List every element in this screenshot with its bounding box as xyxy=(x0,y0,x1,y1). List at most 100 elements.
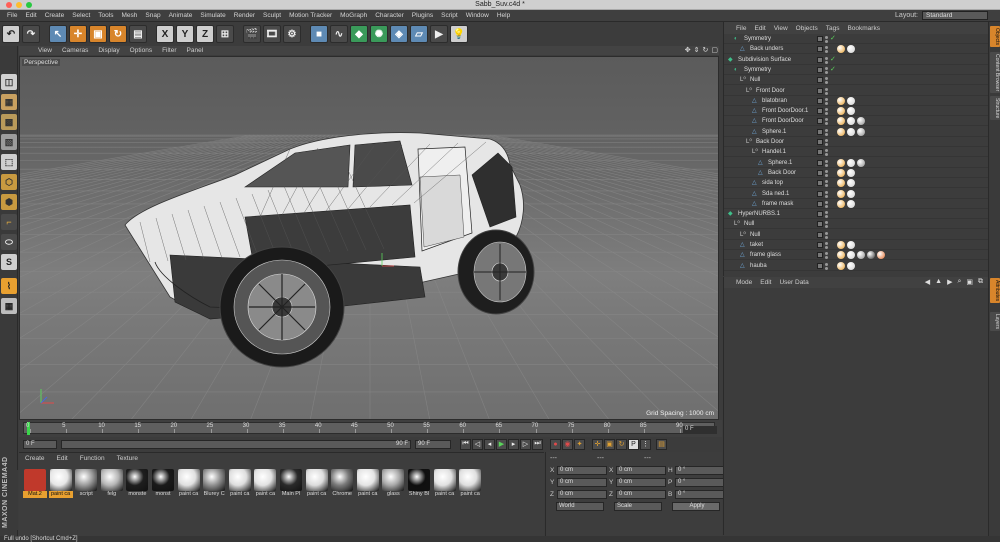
object-visibility-flags[interactable] xyxy=(817,211,828,219)
layer-flag[interactable] xyxy=(817,190,823,197)
material-swatch[interactable]: paint ca xyxy=(433,469,457,499)
material-tag-icon[interactable] xyxy=(847,168,855,177)
object-visibility-flags[interactable] xyxy=(817,221,828,229)
object-name[interactable]: Sda ned.1 xyxy=(762,189,789,199)
object-name[interactable]: Null xyxy=(744,219,754,229)
material-menu-function[interactable]: Function xyxy=(74,455,111,462)
frame-range-slider[interactable]: 90 F xyxy=(61,439,411,449)
object-row[interactable]: △ Sphere.1 xyxy=(724,127,989,137)
material-swatch[interactable]: Mat.2 xyxy=(23,469,47,499)
object-visibility-flags[interactable] xyxy=(817,190,828,198)
position-z-field[interactable]: 0 cm xyxy=(557,490,607,499)
end-frame-field[interactable]: 90 F xyxy=(415,439,451,449)
material-tag-icon[interactable] xyxy=(837,45,845,54)
object-name[interactable]: frame glass xyxy=(750,250,781,260)
material-tag-icon[interactable] xyxy=(857,127,865,136)
cube-icon[interactable]: ■ xyxy=(310,25,328,43)
object-name[interactable]: Sphere.1 xyxy=(768,158,792,168)
editor-render-visibility-dots[interactable] xyxy=(825,128,828,136)
size-mode-dropdown[interactable]: Scale xyxy=(614,502,662,511)
material-tag-icon[interactable] xyxy=(837,251,845,260)
pen-spline-icon[interactable]: ∿ xyxy=(330,25,348,43)
object-menu-edit[interactable]: Edit xyxy=(750,25,769,32)
object-name[interactable]: Back Door xyxy=(756,137,784,147)
move-view-icon[interactable]: ✥ xyxy=(685,46,691,54)
go-to-start-icon[interactable]: ⏮ xyxy=(460,438,471,450)
material-tag-icon[interactable] xyxy=(837,199,845,208)
up-arrow-icon[interactable]: ▲ xyxy=(935,278,942,286)
object-visibility-flags[interactable] xyxy=(817,262,828,270)
object-visibility-flags[interactable] xyxy=(817,242,828,249)
material-menu-texture[interactable]: Texture xyxy=(111,455,144,462)
object-row[interactable]: △ taket xyxy=(724,240,989,250)
object-menu-bookmarks[interactable]: Bookmarks xyxy=(843,25,884,32)
object-name[interactable]: Sphere.1 xyxy=(762,127,786,137)
attribute-menu-edit[interactable]: Edit xyxy=(756,279,775,286)
object-visibility-flags[interactable] xyxy=(817,77,828,85)
object-visibility-flags[interactable] xyxy=(817,46,828,54)
material-tag-icon[interactable] xyxy=(847,158,855,167)
menu-sculpt[interactable]: Sculpt xyxy=(259,12,285,19)
floor-icon[interactable]: ▱ xyxy=(410,25,428,43)
layer-flag[interactable] xyxy=(817,46,823,53)
material-tag-icon[interactable] xyxy=(847,96,855,105)
layer-flag[interactable] xyxy=(817,118,823,125)
object-menu-tags[interactable]: Tags xyxy=(822,25,844,32)
editor-render-visibility-dots[interactable] xyxy=(825,169,828,177)
object-name[interactable]: Symmetry xyxy=(744,65,771,75)
polygons-mode-icon[interactable]: ⬢ xyxy=(1,194,17,210)
object-name[interactable]: Front DoorDoor xyxy=(762,116,804,126)
layer-flag[interactable] xyxy=(817,252,823,259)
viewport-menu-options[interactable]: Options xyxy=(125,47,157,54)
autokeying-icon[interactable]: ◉ xyxy=(562,438,573,450)
object-row[interactable]: L⁰ Front Door xyxy=(724,86,989,96)
material-swatch[interactable]: paint ca xyxy=(305,469,329,499)
material-tag-icon[interactable] xyxy=(837,189,845,198)
material-tag-icon[interactable] xyxy=(837,107,845,116)
material-tag-icon[interactable] xyxy=(847,107,855,116)
menu-help[interactable]: Help xyxy=(493,12,514,19)
position-y-field[interactable]: 0 cm xyxy=(557,478,607,487)
editor-render-visibility-dots[interactable] xyxy=(825,77,828,85)
menu-mograph[interactable]: MoGraph xyxy=(336,12,371,19)
size-x-field[interactable]: 0 cm xyxy=(616,466,666,475)
timeline-window-icon[interactable]: ▤ xyxy=(656,438,667,450)
object-name[interactable]: Back Door xyxy=(768,168,796,178)
menu-render[interactable]: Render xyxy=(230,12,259,19)
enabled-check-icon[interactable]: ✓ xyxy=(830,66,836,74)
y-axis-button[interactable]: Y xyxy=(176,25,194,43)
live-selection-icon[interactable]: ↖ xyxy=(49,25,67,43)
viewport-nav[interactable]: ✥ ⇕ ↻ ▢ xyxy=(685,46,718,54)
material-tag-icon[interactable] xyxy=(837,179,845,188)
material-tag-icon[interactable] xyxy=(857,251,865,260)
layer-flag[interactable] xyxy=(817,262,823,269)
layer-flag[interactable] xyxy=(817,87,823,94)
material-swatch[interactable]: monst xyxy=(151,469,175,499)
menu-window[interactable]: Window xyxy=(462,12,493,19)
object-row[interactable]: L⁰ Null xyxy=(724,219,989,230)
material-tag-icon[interactable] xyxy=(877,251,885,260)
menu-create[interactable]: Create xyxy=(41,12,69,19)
cloner-icon[interactable]: ✺ xyxy=(370,25,388,43)
editor-render-visibility-dots[interactable] xyxy=(825,149,828,157)
viewport-menu-display[interactable]: Display xyxy=(93,47,124,54)
object-visibility-flags[interactable] xyxy=(817,118,828,126)
deformer-icon[interactable]: ◈ xyxy=(390,25,408,43)
back-arrow-icon[interactable]: ◀ xyxy=(925,278,930,286)
layer-flag[interactable] xyxy=(817,200,823,207)
side-tab-objects[interactable]: Objects xyxy=(990,26,1000,47)
object-visibility-flags[interactable]: ✓ xyxy=(817,35,836,43)
viewport-menu-view[interactable]: View xyxy=(33,47,57,54)
object-name[interactable]: Front Door xyxy=(756,86,785,96)
object-visibility-flags[interactable] xyxy=(817,200,828,208)
layer-flag[interactable] xyxy=(817,77,823,84)
make-editable-icon[interactable]: ◫ xyxy=(1,74,17,90)
material-tag-icon[interactable] xyxy=(847,179,855,188)
material-tag-icon[interactable] xyxy=(837,241,845,249)
light-icon[interactable]: 💡 xyxy=(450,25,468,43)
editor-render-visibility-dots[interactable] xyxy=(825,252,828,260)
layout-dropdown[interactable]: Standard xyxy=(922,11,988,20)
object-name[interactable]: Null xyxy=(750,230,760,240)
object-row[interactable]: ◆ Subdivision Surface ✓ xyxy=(724,55,989,65)
editor-render-visibility-dots[interactable] xyxy=(825,159,828,167)
